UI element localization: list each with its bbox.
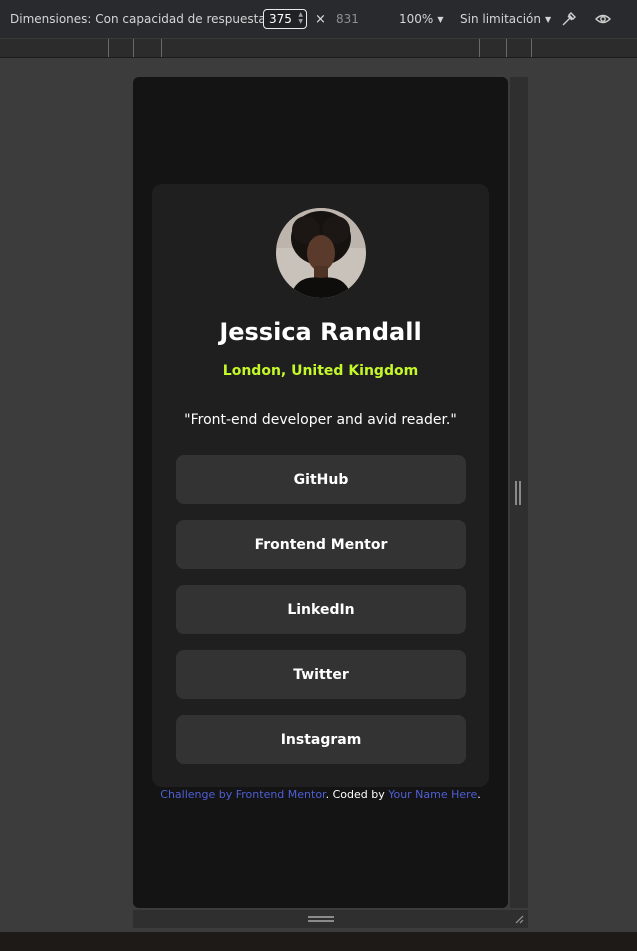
linkedin-link-button[interactable]: LinkedIn (176, 585, 466, 634)
ruler-tick (506, 39, 507, 57)
profile-name: Jessica Randall (219, 318, 422, 346)
zoom-dropdown[interactable]: 100% ▼ (399, 0, 443, 38)
zoom-label: 100% (399, 12, 434, 26)
width-input[interactable]: 375 ▲ ▼ (263, 9, 307, 29)
twitter-link-button[interactable]: Twitter (176, 650, 466, 699)
media-query-ruler[interactable] (0, 38, 637, 58)
eye-icon[interactable] (594, 0, 612, 38)
dimensions-dropdown[interactable]: Dimensiones: Con capacidad de respuesta … (10, 0, 276, 38)
side-resize-handle[interactable] (510, 77, 528, 908)
height-input[interactable]: 831 (336, 0, 359, 38)
ruler-tick (133, 39, 134, 57)
avatar (276, 208, 366, 298)
dimensions-label: Dimensiones: Con capacidad de respuesta (10, 12, 266, 26)
coded-by-text: . Coded by (325, 788, 389, 801)
resize-grip-icon (515, 481, 521, 505)
spinner-icon[interactable]: ▲ ▼ (298, 11, 303, 25)
profile-bio: "Front-end developer and avid reader." (184, 412, 457, 428)
attribution-end: . (477, 788, 481, 801)
ruler-tick (108, 39, 109, 57)
ruler-tick (479, 39, 480, 57)
profile-card: Jessica Randall London, United Kingdom "… (152, 184, 489, 787)
caret-down-icon: ▼ (545, 14, 552, 24)
resize-grip-icon (308, 916, 334, 922)
caret-down-icon: ▼ (437, 14, 444, 24)
profile-location: London, United Kingdom (222, 363, 419, 379)
throttle-label: Sin limitación (460, 12, 541, 26)
instagram-link-button[interactable]: Instagram (176, 715, 466, 764)
times-sign: × (315, 11, 326, 27)
attribution: Challenge by Frontend Mentor. Coded by Y… (133, 788, 508, 801)
eyedropper-icon[interactable] (560, 0, 578, 38)
github-link-button[interactable]: GitHub (176, 455, 466, 504)
devtools-device-toolbar: Dimensiones: Con capacidad de respuesta … (0, 0, 637, 38)
corner-resize-icon[interactable] (514, 914, 524, 924)
author-link[interactable]: Your Name Here (388, 788, 477, 801)
throttle-dropdown[interactable]: Sin limitación ▼ (460, 0, 551, 38)
challenge-link[interactable]: Challenge by Frontend Mentor (160, 788, 325, 801)
os-taskbar (0, 932, 637, 951)
width-value: 375 (269, 12, 292, 26)
ruler-tick (161, 39, 162, 57)
frontend-mentor-link-button[interactable]: Frontend Mentor (176, 520, 466, 569)
device-viewport: Jessica Randall London, United Kingdom "… (133, 77, 508, 908)
ruler-tick (531, 39, 532, 57)
bottom-resize-handle[interactable] (133, 910, 528, 928)
